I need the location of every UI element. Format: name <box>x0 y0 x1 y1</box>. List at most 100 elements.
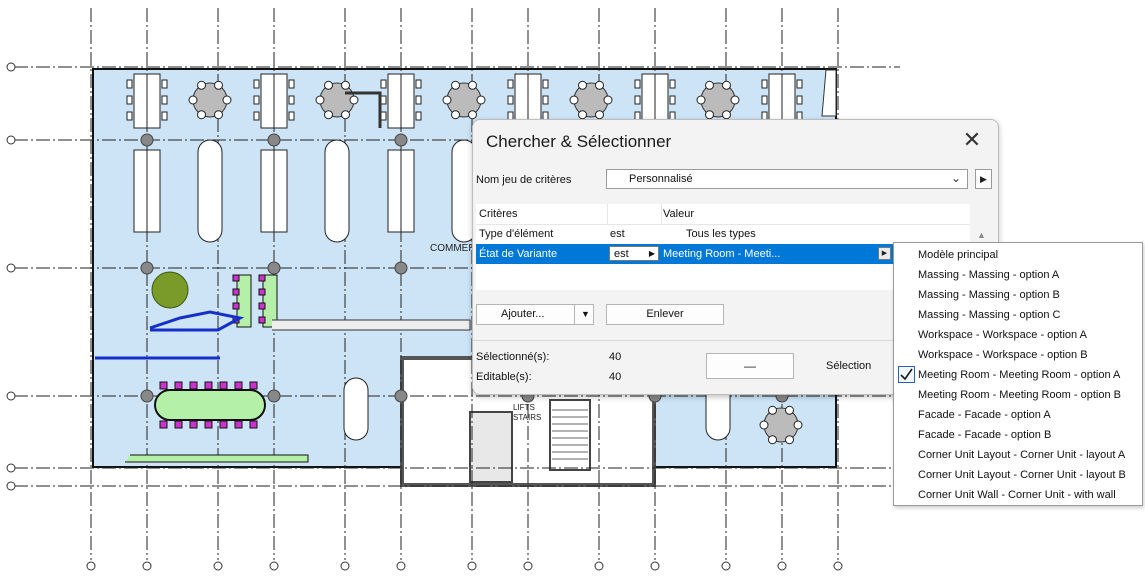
chair <box>288 79 295 89</box>
grid-bubble <box>833 561 843 571</box>
chair <box>796 79 803 89</box>
selected-chair <box>219 420 228 429</box>
grid-bubble <box>467 561 477 571</box>
row-operator: est <box>614 248 629 260</box>
dropdown-option[interactable]: Facade - Facade - option B <box>894 425 1142 445</box>
chair <box>768 405 777 415</box>
dropdown-option[interactable]: Meeting Room - Meeting Room - option B <box>894 385 1142 405</box>
selection-mode-button[interactable]: — <box>706 353 794 379</box>
criteria-next-button[interactable]: ▶ <box>975 169 992 189</box>
grid-bubble <box>6 463 16 473</box>
chair <box>542 95 549 105</box>
dropdown-option[interactable]: Corner Unit Layout - Corner Unit - layou… <box>894 445 1142 465</box>
chair <box>415 79 422 89</box>
scroll-up-icon[interactable]: ▲ <box>977 230 986 240</box>
dropdown-option-label: Meeting Room - Meeting Room - option B <box>918 389 1121 401</box>
selected-chair <box>258 274 266 282</box>
dropdown-option-label: Massing - Massing - option A <box>918 269 1060 281</box>
grid-bubble <box>777 561 787 571</box>
criteria-set-value: Personnalisé <box>629 173 693 185</box>
chair <box>161 111 168 121</box>
dropdown-option[interactable]: Modèle principal <box>894 245 1142 265</box>
chevron-down-icon[interactable]: ▼ <box>581 305 590 324</box>
chair <box>696 95 706 105</box>
chair <box>578 110 587 120</box>
dropdown-option[interactable]: Massing - Massing - option B <box>894 285 1142 305</box>
selected-chair <box>189 381 198 390</box>
selected-chair <box>249 420 258 429</box>
dropdown-option[interactable]: Workspace - Workspace - option A <box>894 325 1142 345</box>
chair <box>785 405 794 415</box>
chair <box>669 79 676 89</box>
dropdown-option[interactable]: Workspace - Workspace - option B <box>894 345 1142 365</box>
dropdown-option-label: Meeting Room - Meeting Room - option A <box>918 369 1121 381</box>
chair <box>705 110 714 120</box>
chair <box>705 80 714 90</box>
header-value: Valeur <box>663 208 694 220</box>
chair <box>253 79 260 89</box>
dropdown-option[interactable]: Facade - Facade - option A <box>894 405 1142 425</box>
selected-chair <box>234 381 243 390</box>
selection-label: Sélection <box>826 360 872 372</box>
chair <box>468 110 477 120</box>
chair <box>578 80 587 90</box>
chair <box>380 79 387 89</box>
selected-chair <box>258 288 266 296</box>
structural-column <box>140 389 154 403</box>
criteria-row-element-type[interactable]: Type d'élément est Tous les types <box>476 224 970 244</box>
chair <box>188 95 198 105</box>
chair <box>341 80 350 90</box>
operator-select[interactable]: est ▶ <box>609 246 659 261</box>
selected-chair <box>258 316 266 324</box>
criteria-set-select[interactable]: Personnalisé ⌄ <box>606 169 968 189</box>
chair <box>161 95 168 105</box>
selected-chair <box>159 381 168 390</box>
chair <box>214 80 223 90</box>
chair <box>214 110 223 120</box>
selected-wall <box>125 454 309 463</box>
chair <box>126 95 133 105</box>
selected-count-label: Sélectionné(s): <box>476 351 550 363</box>
chair <box>634 95 641 105</box>
chair <box>288 95 295 105</box>
chair <box>126 79 133 89</box>
selected-chair <box>159 420 168 429</box>
close-icon[interactable]: ✕ <box>960 128 984 152</box>
dropdown-option-label: Workspace - Workspace - option A <box>918 329 1087 341</box>
chair <box>468 80 477 90</box>
grid-bubble <box>523 561 533 571</box>
dropdown-option[interactable]: Corner Unit Wall - Corner Unit - with wa… <box>894 485 1142 505</box>
chair <box>669 95 676 105</box>
structural-column <box>140 133 154 147</box>
chair <box>761 95 768 105</box>
chair <box>793 420 803 430</box>
selected-chair <box>189 420 198 429</box>
structural-column <box>267 261 281 275</box>
chair <box>722 110 731 120</box>
selected-chair <box>258 302 266 310</box>
selected-chair <box>219 381 228 390</box>
grid-divider <box>607 204 608 224</box>
header-criteria: Critères <box>479 208 518 220</box>
dropdown-option-label: Corner Unit Layout - Corner Unit - layou… <box>918 449 1126 461</box>
dropdown-option[interactable]: Corner Unit Layout - Corner Unit - layou… <box>894 465 1142 485</box>
chair <box>197 80 206 90</box>
plan-label-lifts: LIFTS <box>513 403 535 412</box>
chair <box>542 79 549 89</box>
selected-chair <box>249 381 258 390</box>
dropdown-option[interactable]: Meeting Room - Meeting Room - option A <box>894 365 1142 385</box>
chair <box>796 95 803 105</box>
dropdown-option[interactable]: Massing - Massing - option A <box>894 265 1142 285</box>
editable-count-label: Editable(s): <box>476 371 532 383</box>
row-criteria: État de Variante <box>479 248 558 260</box>
dropdown-option[interactable]: Massing - Massing - option C <box>894 305 1142 325</box>
chair <box>785 435 794 445</box>
grid-bubble <box>6 391 16 401</box>
grid-bubble <box>6 62 16 72</box>
grid-bubble <box>396 561 406 571</box>
add-criteria-button[interactable]: Ajouter... ▼ <box>476 304 594 325</box>
dropdown-option-label: Massing - Massing - option B <box>918 289 1060 301</box>
chair <box>288 111 295 121</box>
value-dropdown-button[interactable]: ▶ <box>878 247 891 260</box>
remove-criteria-button[interactable]: Enlever <box>606 304 724 325</box>
